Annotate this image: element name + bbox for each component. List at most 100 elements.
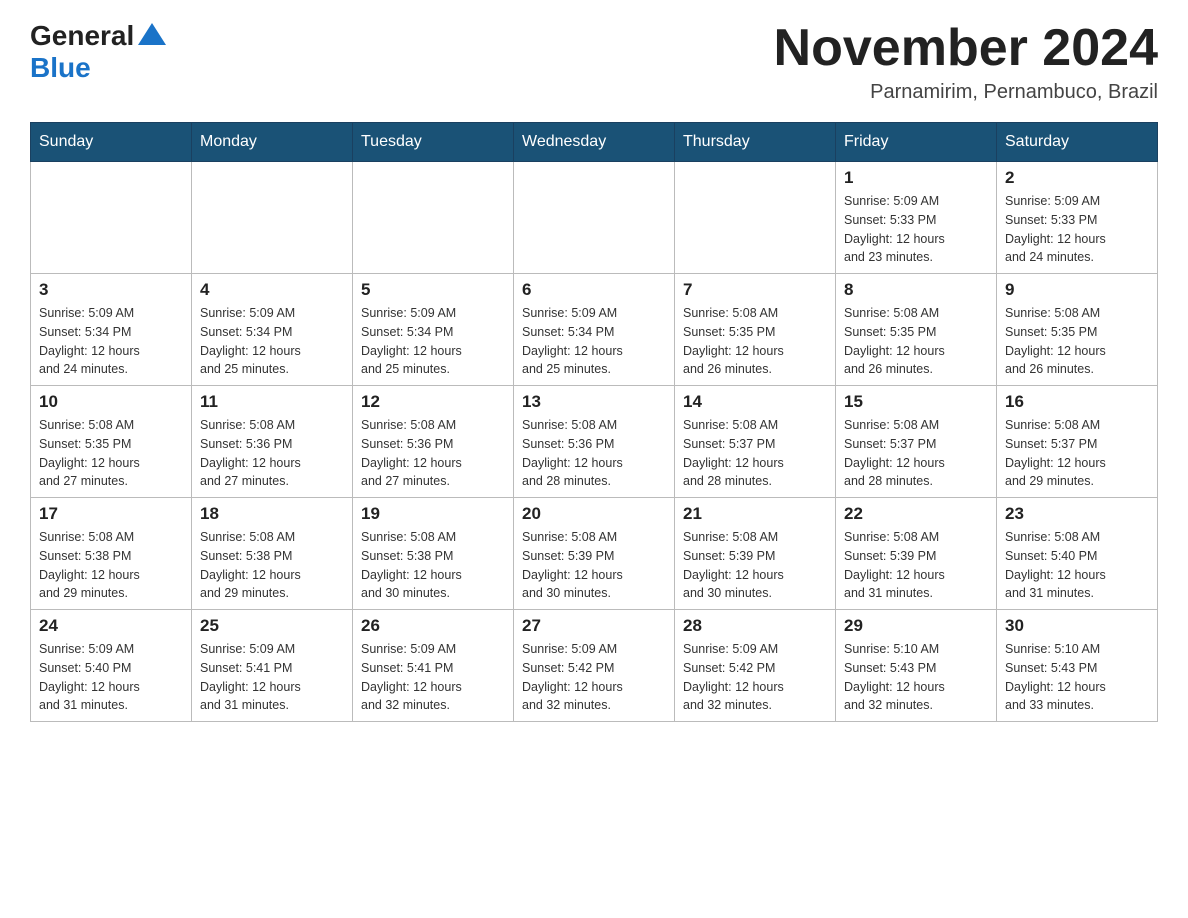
calendar-cell: 12 Sunrise: 5:08 AMSunset: 5:36 PMDayligh… xyxy=(353,386,514,498)
day-number: 12 xyxy=(361,392,505,412)
day-info: Sunrise: 5:08 AMSunset: 5:38 PMDaylight:… xyxy=(200,528,344,603)
day-number: 8 xyxy=(844,280,988,300)
day-of-week-header: Thursday xyxy=(675,123,836,162)
day-number: 17 xyxy=(39,504,183,524)
calendar-table: SundayMondayTuesdayWednesdayThursdayFrid… xyxy=(30,122,1158,722)
calendar-cell: 9 Sunrise: 5:08 AMSunset: 5:35 PMDaylight… xyxy=(997,274,1158,386)
day-info: Sunrise: 5:08 AMSunset: 5:36 PMDaylight:… xyxy=(361,416,505,491)
day-info: Sunrise: 5:09 AMSunset: 5:40 PMDaylight:… xyxy=(39,640,183,715)
day-number: 10 xyxy=(39,392,183,412)
day-number: 30 xyxy=(1005,616,1149,636)
day-number: 7 xyxy=(683,280,827,300)
day-info: Sunrise: 5:09 AMSunset: 5:33 PMDaylight:… xyxy=(844,192,988,267)
calendar-cell: 14 Sunrise: 5:08 AMSunset: 5:37 PMDayligh… xyxy=(675,386,836,498)
day-number: 18 xyxy=(200,504,344,524)
title-block: November 2024 Parnamirim, Pernambuco, Br… xyxy=(774,20,1158,104)
day-info: Sunrise: 5:08 AMSunset: 5:37 PMDaylight:… xyxy=(683,416,827,491)
day-info: Sunrise: 5:08 AMSunset: 5:36 PMDaylight:… xyxy=(200,416,344,491)
calendar-cell xyxy=(31,162,192,274)
calendar-cell xyxy=(675,162,836,274)
calendar-cell: 17 Sunrise: 5:08 AMSunset: 5:38 PMDayligh… xyxy=(31,498,192,610)
day-number: 26 xyxy=(361,616,505,636)
month-title: November 2024 xyxy=(774,20,1158,77)
logo: General Blue xyxy=(30,20,168,84)
day-info: Sunrise: 5:08 AMSunset: 5:35 PMDaylight:… xyxy=(39,416,183,491)
page-header: General Blue November 2024 Parnamirim, P… xyxy=(30,20,1158,104)
day-info: Sunrise: 5:09 AMSunset: 5:41 PMDaylight:… xyxy=(200,640,344,715)
calendar-cell: 13Sunrise: 5:08 AMSunset: 5:36 PMDayligh… xyxy=(514,386,675,498)
day-number: 22 xyxy=(844,504,988,524)
day-number: 20 xyxy=(522,504,666,524)
day-number: 21 xyxy=(683,504,827,524)
day-of-week-header: Saturday xyxy=(997,123,1158,162)
calendar-week-row: 3 Sunrise: 5:09 AMSunset: 5:34 PMDaylight… xyxy=(31,274,1158,386)
day-info: Sunrise: 5:09 AMSunset: 5:42 PMDaylight:… xyxy=(683,640,827,715)
day-info: Sunrise: 5:08 AMSunset: 5:39 PMDaylight:… xyxy=(522,528,666,603)
calendar-cell xyxy=(353,162,514,274)
day-info: Sunrise: 5:08 AMSunset: 5:38 PMDaylight:… xyxy=(39,528,183,603)
day-number: 15 xyxy=(844,392,988,412)
logo-triangle-icon xyxy=(138,23,166,45)
calendar-header-row: SundayMondayTuesdayWednesdayThursdayFrid… xyxy=(31,123,1158,162)
calendar-cell: 4Sunrise: 5:09 AMSunset: 5:34 PMDaylight… xyxy=(192,274,353,386)
day-number: 4 xyxy=(200,280,344,300)
calendar-cell: 15Sunrise: 5:08 AMSunset: 5:37 PMDayligh… xyxy=(836,386,997,498)
day-number: 27 xyxy=(522,616,666,636)
day-number: 1 xyxy=(844,168,988,188)
day-of-week-header: Tuesday xyxy=(353,123,514,162)
calendar-week-row: 17 Sunrise: 5:08 AMSunset: 5:38 PMDayligh… xyxy=(31,498,1158,610)
calendar-week-row: 1 Sunrise: 5:09 AMSunset: 5:33 PMDaylight… xyxy=(31,162,1158,274)
calendar-cell: 25 Sunrise: 5:09 AMSunset: 5:41 PMDayligh… xyxy=(192,610,353,722)
day-number: 28 xyxy=(683,616,827,636)
day-number: 14 xyxy=(683,392,827,412)
calendar-cell: 5 Sunrise: 5:09 AMSunset: 5:34 PMDaylight… xyxy=(353,274,514,386)
calendar-cell: 23 Sunrise: 5:08 AMSunset: 5:40 PMDayligh… xyxy=(997,498,1158,610)
calendar-cell xyxy=(192,162,353,274)
calendar-cell: 20 Sunrise: 5:08 AMSunset: 5:39 PMDayligh… xyxy=(514,498,675,610)
day-number: 16 xyxy=(1005,392,1149,412)
day-info: Sunrise: 5:08 AMSunset: 5:40 PMDaylight:… xyxy=(1005,528,1149,603)
day-info: Sunrise: 5:08 AMSunset: 5:35 PMDaylight:… xyxy=(844,304,988,379)
calendar-cell: 21 Sunrise: 5:08 AMSunset: 5:39 PMDayligh… xyxy=(675,498,836,610)
day-number: 3 xyxy=(39,280,183,300)
day-info: Sunrise: 5:10 AMSunset: 5:43 PMDaylight:… xyxy=(1005,640,1149,715)
logo-blue: Blue xyxy=(30,52,91,83)
day-number: 13 xyxy=(522,392,666,412)
day-info: Sunrise: 5:08 AMSunset: 5:35 PMDaylight:… xyxy=(1005,304,1149,379)
day-info: Sunrise: 5:08 AMSunset: 5:39 PMDaylight:… xyxy=(683,528,827,603)
day-number: 5 xyxy=(361,280,505,300)
calendar-week-row: 10 Sunrise: 5:08 AMSunset: 5:35 PMDayligh… xyxy=(31,386,1158,498)
day-number: 23 xyxy=(1005,504,1149,524)
day-number: 24 xyxy=(39,616,183,636)
day-number: 19 xyxy=(361,504,505,524)
day-info: Sunrise: 5:08 AMSunset: 5:38 PMDaylight:… xyxy=(361,528,505,603)
calendar-cell: 2Sunrise: 5:09 AMSunset: 5:33 PMDaylight… xyxy=(997,162,1158,274)
day-of-week-header: Wednesday xyxy=(514,123,675,162)
calendar-cell: 3Sunrise: 5:09 AMSunset: 5:34 PMDaylight… xyxy=(31,274,192,386)
location-subtitle: Parnamirim, Pernambuco, Brazil xyxy=(774,81,1158,104)
calendar-cell: 10 Sunrise: 5:08 AMSunset: 5:35 PMDayligh… xyxy=(31,386,192,498)
calendar-cell: 16 Sunrise: 5:08 AMSunset: 5:37 PMDayligh… xyxy=(997,386,1158,498)
calendar-cell xyxy=(514,162,675,274)
day-info: Sunrise: 5:09 AMSunset: 5:34 PMDaylight:… xyxy=(361,304,505,379)
logo-general: General xyxy=(30,20,134,52)
day-info: Sunrise: 5:08 AMSunset: 5:37 PMDaylight:… xyxy=(1005,416,1149,491)
day-number: 25 xyxy=(200,616,344,636)
calendar-cell: 18 Sunrise: 5:08 AMSunset: 5:38 PMDayligh… xyxy=(192,498,353,610)
day-of-week-header: Sunday xyxy=(31,123,192,162)
calendar-cell: 11Sunrise: 5:08 AMSunset: 5:36 PMDayligh… xyxy=(192,386,353,498)
calendar-cell: 1 Sunrise: 5:09 AMSunset: 5:33 PMDaylight… xyxy=(836,162,997,274)
day-number: 9 xyxy=(1005,280,1149,300)
day-number: 29 xyxy=(844,616,988,636)
calendar-cell: 26 Sunrise: 5:09 AMSunset: 5:41 PMDayligh… xyxy=(353,610,514,722)
day-info: Sunrise: 5:09 AMSunset: 5:34 PMDaylight:… xyxy=(522,304,666,379)
calendar-cell: 19 Sunrise: 5:08 AMSunset: 5:38 PMDayligh… xyxy=(353,498,514,610)
calendar-week-row: 24 Sunrise: 5:09 AMSunset: 5:40 PMDayligh… xyxy=(31,610,1158,722)
logo-blue-text: Blue xyxy=(30,52,91,84)
calendar-cell: 27Sunrise: 5:09 AMSunset: 5:42 PMDayligh… xyxy=(514,610,675,722)
day-of-week-header: Monday xyxy=(192,123,353,162)
logo-text: General xyxy=(30,20,168,52)
calendar-cell: 24 Sunrise: 5:09 AMSunset: 5:40 PMDayligh… xyxy=(31,610,192,722)
day-info: Sunrise: 5:09 AMSunset: 5:41 PMDaylight:… xyxy=(361,640,505,715)
day-number: 6 xyxy=(522,280,666,300)
